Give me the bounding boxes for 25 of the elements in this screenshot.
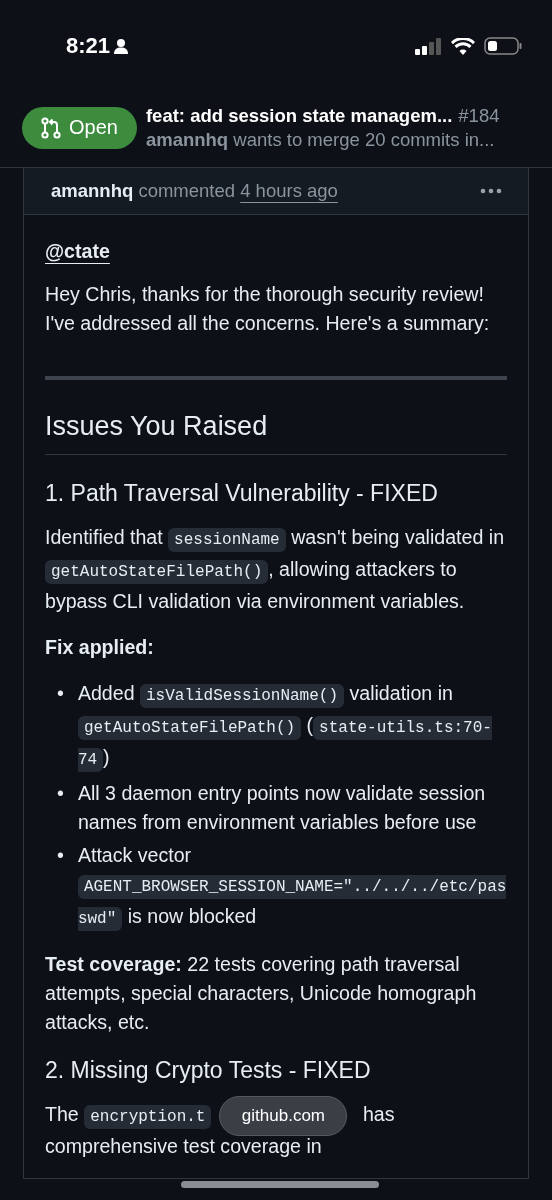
pull-request-summary: amannhq wants to merge 20 commits in... <box>145 128 495 151</box>
wifi-icon <box>451 37 475 55</box>
mention-link[interactable]: @ctate <box>45 237 110 266</box>
section-heading: Issues You Raised <box>45 408 507 455</box>
pull-request-number: #184 <box>458 104 500 127</box>
comment-meta: amannhq commented 4 hours ago <box>51 180 338 202</box>
list-item: All 3 daemon entry points now validate session names from environment variables before use <box>77 781 487 835</box>
paragraph: Hey Chris, thanks for the thorough security review! I've addressed all the concerns. Here's a summary: <box>45 282 491 336</box>
subsection-heading: 2. Missing Crypto Tests - FIXED <box>45 1056 372 1085</box>
status-badge: Open <box>22 106 137 149</box>
battery-icon <box>484 37 522 55</box>
paragraph: Identified that sessionName wasn't being validated in getAutoStateFilePath() , allowing attackers to bypass CLI validation via environment variables. <box>45 525 506 614</box>
signal-icon <box>415 37 442 55</box>
pull-request-icon <box>41 116 61 139</box>
more-options-icon[interactable] <box>480 188 502 194</box>
bullet: • <box>57 843 64 868</box>
bullet: • <box>57 681 64 706</box>
paragraph: Test coverage: 22 tests covering path traversal attempts, special characters, Unicode homograph attacks, etc. <box>45 952 478 1035</box>
clock-time: 8:21 <box>66 33 111 59</box>
paragraph: Fix applied: <box>45 635 155 660</box>
address-pill[interactable]: github.com <box>219 1095 348 1136</box>
subsection-heading: 1. Path Traversal Vulnerability - FIXED <box>45 479 439 508</box>
person-icon <box>113 38 130 54</box>
bullet: • <box>57 781 64 806</box>
pull-request-title: feat: add session state managem... <box>145 104 453 127</box>
